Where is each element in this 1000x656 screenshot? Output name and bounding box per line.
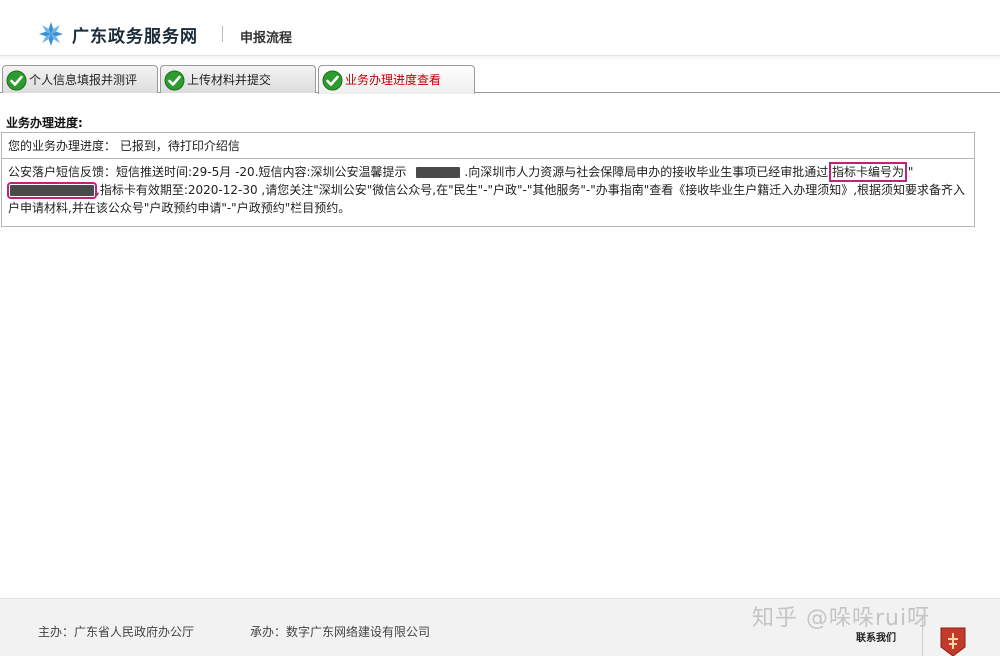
highlighted-card-label: 指标卡编号为 — [829, 162, 908, 182]
status-row: 您的业务办理进度： 已报到，待打印介绍信 — [2, 133, 974, 159]
footer-host: 主办：广东省人民政府办公厅 — [38, 625, 195, 639]
footer-undertaker: 承办：数字广东网络建设有限公司 — [250, 625, 431, 639]
step-tabs: 个人信息填报并测评 上传材料并提交 业务办理进度查看 — [0, 65, 1000, 94]
sms-feedback-row: 公安落户短信反馈：短信推送时间:29-5月 -20.短信内容:深圳公安温馨提示 … — [2, 159, 974, 226]
tab-progress[interactable]: 业务办理进度查看 — [318, 65, 475, 94]
redacted-name — [416, 167, 461, 178]
site-name[interactable]: 广东政务服务网 — [72, 22, 198, 47]
section-title: 业务办理进度: — [6, 116, 83, 130]
tab-label: 业务办理进度查看 — [345, 73, 442, 87]
tab-upload-materials[interactable]: 上传材料并提交 — [160, 65, 316, 93]
guangdong-logo-icon[interactable] — [37, 20, 65, 48]
redacted-card-number — [7, 182, 97, 199]
government-badge-icon[interactable] — [940, 627, 966, 656]
sms-text-part3: " — [907, 165, 914, 179]
page-title: 申报流程 — [240, 31, 293, 46]
check-icon — [164, 70, 185, 91]
check-icon — [322, 70, 343, 91]
header-divider — [222, 26, 223, 42]
status-value: 已报到，待打印介绍信 — [119, 139, 240, 153]
tab-label: 上传材料并提交 — [187, 73, 272, 87]
sms-text-part1: 公安落户短信反馈：短信推送时间:29-5月 -20.短信内容:深圳公安温馨提示 — [8, 165, 407, 179]
check-icon — [6, 70, 27, 91]
sms-text-part4: ,指标卡有效期至:2020-12-30 ,请您关注"深圳公安"微信公众号,在"民… — [8, 183, 966, 215]
progress-table: 您的业务办理进度： 已报到，待打印介绍信 公安落户短信反馈：短信推送时间:29-… — [1, 132, 975, 227]
tab-label: 个人信息填报并测评 — [29, 73, 138, 87]
watermark-text: 知乎 @哚哚rui呀 — [752, 606, 931, 631]
tab-personal-info[interactable]: 个人信息填报并测评 — [2, 65, 158, 93]
site-header: 广东政务服务网 申报流程 — [0, 0, 1000, 56]
sms-text-part2: .向深圳市人力资源与社会保障局申办的接收毕业生事项已经审批通过, — [464, 165, 833, 179]
status-label: 您的业务办理进度： — [8, 139, 117, 153]
